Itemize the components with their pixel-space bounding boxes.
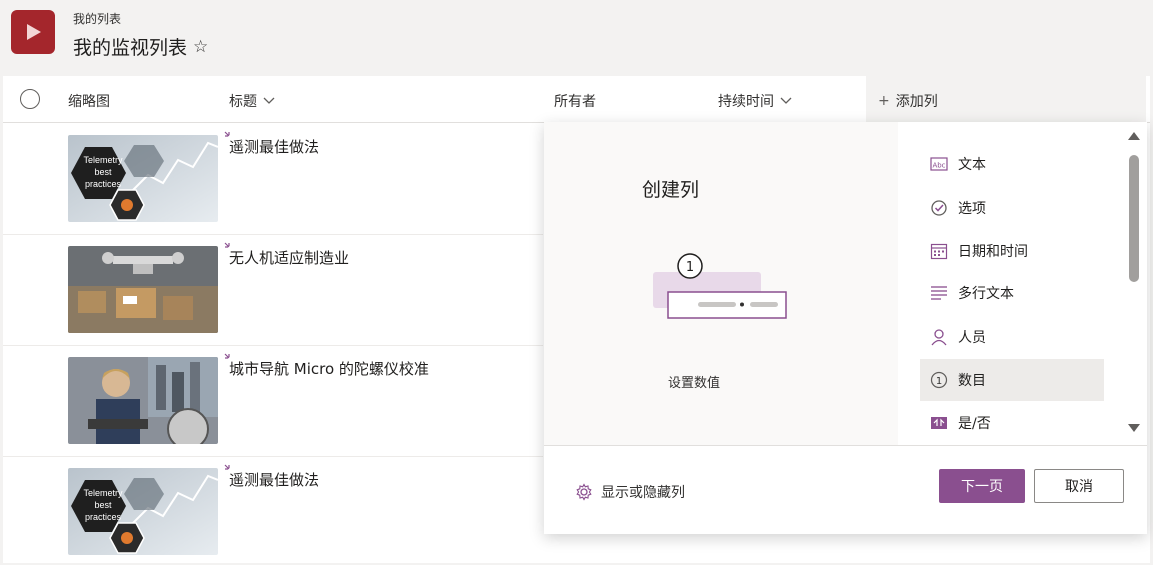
page-title: 我的监视列表 — [73, 37, 188, 59]
multiline-text-icon — [931, 286, 947, 300]
column-type-label: 选项 — [958, 201, 986, 217]
chevron-down-icon — [780, 97, 792, 104]
column-type-list: Abc 文本 选项 日期和时间 多行文本 人员 1 数目 是/否 — [898, 122, 1147, 445]
column-type-label: 是/否 — [958, 416, 991, 432]
text-abc-icon: Abc — [930, 157, 948, 171]
row-title[interactable]: 无人机适应制造业 — [229, 247, 349, 268]
list-item[interactable]: 城市导航 Micro 的陀螺仪校准 — [3, 346, 543, 457]
column-thumbnail[interactable]: 缩略图 — [68, 91, 110, 111]
column-type-label: 文本 — [958, 157, 986, 173]
thumbnail-image[interactable]: Telemetry best practices — [68, 135, 218, 222]
preview-caption: 设置数值 — [668, 376, 721, 391]
app-icon[interactable] — [11, 10, 55, 54]
number-icon: 1 — [930, 371, 948, 389]
thumb-text-line: Telemetry — [83, 488, 123, 498]
svg-text:Abc: Abc — [932, 162, 945, 170]
column-type-label: 多行文本 — [958, 286, 1014, 302]
calendar-icon — [930, 243, 948, 260]
column-type-text[interactable]: Abc 文本 — [920, 143, 1104, 185]
column-type-yesno[interactable]: 是/否 — [920, 402, 1104, 444]
cancel-button[interactable]: 取消 — [1034, 469, 1124, 503]
column-title-label: 标题 — [229, 94, 257, 110]
thumbnail-image[interactable] — [68, 246, 218, 333]
column-thumbnail-label: 缩略图 — [68, 94, 110, 110]
add-column-button[interactable]: + 添加列 — [866, 76, 1146, 123]
list-item[interactable]: 无人机适应制造业 — [3, 235, 543, 346]
thumb-text-line: Telemetry — [83, 155, 123, 165]
breadcrumb[interactable]: 我的列表 — [73, 10, 121, 27]
choice-check-icon — [931, 200, 947, 216]
thumb-text-line: best — [94, 167, 112, 177]
show-hide-columns-link[interactable]: 显示或隐藏列 — [575, 482, 685, 502]
number-column-illustration: 1 — [653, 253, 787, 319]
column-type-datetime[interactable]: 日期和时间 — [920, 230, 1104, 272]
thumbnail-image[interactable]: Telemetry best practices — [68, 468, 218, 555]
column-type-label: 日期和时间 — [958, 244, 1028, 260]
flyout-footer: 显示或隐藏列 下一页 取消 — [544, 445, 1147, 534]
row-title[interactable]: 城市导航 Micro 的陀螺仪校准 — [229, 358, 429, 379]
preview-number: 1 — [686, 260, 694, 275]
column-duration-label: 持续时间 — [718, 94, 774, 110]
scrollbar-thumb[interactable] — [1129, 155, 1139, 282]
scroll-down-arrow-icon[interactable] — [1128, 424, 1140, 432]
add-column-label: 添加列 — [895, 94, 938, 110]
thumb-text-line: best — [94, 500, 112, 510]
select-all-checkbox[interactable] — [20, 89, 40, 109]
thumbnail-image[interactable] — [68, 357, 218, 444]
create-column-flyout: 创建列 1 设置数值 Abc 文本 选项 日期和时间 多行文本 人员 1 数目 … — [544, 122, 1147, 534]
column-type-label: 人员 — [958, 330, 986, 346]
next-button[interactable]: 下一页 — [939, 469, 1025, 503]
column-header-row: 缩略图 标题 所有者 持续时间 + 添加列 — [3, 76, 1150, 123]
list-item[interactable]: Telemetry best practices 遥测最佳做法 — [3, 124, 543, 235]
show-hide-label: 显示或隐藏列 — [601, 485, 685, 501]
column-type-choice[interactable]: 选项 — [920, 187, 1104, 229]
yes-no-icon — [931, 417, 947, 429]
play-icon — [27, 24, 41, 40]
star-outline-icon[interactable]: ☆ — [193, 37, 208, 57]
scroll-up-arrow-icon[interactable] — [1128, 132, 1140, 140]
thumb-text-line: practices — [85, 512, 122, 522]
column-owner-label: 所有者 — [554, 94, 596, 110]
column-owner[interactable]: 所有者 — [554, 91, 596, 111]
column-title[interactable]: 标题 — [229, 91, 275, 111]
row-title[interactable]: 遥测最佳做法 — [229, 136, 319, 157]
column-type-multiline[interactable]: 多行文本 — [920, 272, 1104, 314]
column-type-person[interactable]: 人员 — [920, 316, 1104, 358]
column-preview-pane: 创建列 1 设置数值 — [544, 122, 898, 445]
list-item[interactable]: Telemetry best practices 遥测最佳做法 — [3, 457, 543, 565]
flyout-heading: 创建列 — [642, 179, 700, 201]
column-duration[interactable]: 持续时间 — [718, 91, 792, 111]
gear-icon — [576, 483, 592, 501]
column-type-number[interactable]: 1 数目 — [920, 359, 1104, 401]
person-icon — [931, 329, 947, 346]
chevron-down-icon — [263, 97, 275, 104]
page-title-wrap: 我的监视列表 ☆ — [73, 33, 208, 60]
row-title[interactable]: 遥测最佳做法 — [229, 469, 319, 490]
plus-icon: + — [878, 93, 890, 109]
add-column-content: + 添加列 — [878, 91, 938, 111]
column-type-label: 数目 — [958, 373, 986, 389]
svg-text:1: 1 — [936, 376, 942, 387]
thumb-text-line: practices — [85, 179, 122, 189]
